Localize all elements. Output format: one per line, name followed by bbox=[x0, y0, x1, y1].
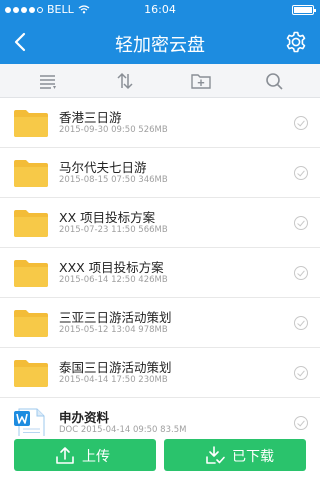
settings-button[interactable] bbox=[282, 28, 310, 56]
search-icon bbox=[266, 73, 283, 90]
downloaded-button[interactable]: 已下载 bbox=[164, 439, 306, 471]
select-checkbox[interactable] bbox=[294, 266, 308, 280]
upload-button[interactable]: 上传 bbox=[14, 439, 156, 471]
folder-icon bbox=[14, 360, 48, 387]
status-time: 16:04 bbox=[144, 3, 176, 16]
select-checkbox[interactable] bbox=[294, 166, 308, 180]
sort-icon bbox=[117, 72, 133, 90]
back-button[interactable] bbox=[6, 27, 36, 57]
file-meta: 2015-06-14 12:50 426MB bbox=[59, 275, 168, 285]
list-item[interactable]: 申办资料 DOC 2015-04-14 09:50 83.5M bbox=[0, 398, 320, 436]
nav-bar: 轻加密云盘 bbox=[0, 20, 320, 64]
file-meta: DOC 2015-04-14 09:50 83.5M bbox=[59, 425, 187, 435]
file-name: 三亚三日游活动策划 bbox=[59, 310, 172, 325]
file-name: 申办资料 bbox=[59, 410, 110, 425]
toolbar bbox=[0, 64, 320, 98]
folder-icon bbox=[14, 260, 48, 287]
new-folder-icon bbox=[191, 74, 211, 89]
file-name: 泰国三日游活动策划 bbox=[59, 360, 172, 375]
select-checkbox[interactable] bbox=[294, 366, 308, 380]
list-item[interactable]: 泰国三日游活动策划 2015-04-14 17:50 230MB bbox=[0, 348, 320, 398]
list-item[interactable]: 三亚三日游活动策划 2015-05-12 13:04 978MB bbox=[0, 298, 320, 348]
list-item[interactable]: XX 项目投标方案 2015-07-23 11:50 566MB bbox=[0, 198, 320, 248]
file-meta: 2015-07-23 11:50 566MB bbox=[59, 225, 168, 235]
folder-icon bbox=[14, 110, 48, 137]
file-meta: 2015-05-12 13:04 978MB bbox=[59, 325, 168, 335]
page-title: 轻加密云盘 bbox=[115, 35, 205, 56]
app-header: BELL 16:04 轻加密云盘 bbox=[0, 0, 320, 64]
file-name: 马尔代夫七日游 bbox=[59, 160, 147, 175]
select-checkbox[interactable] bbox=[294, 416, 308, 430]
file-name: XX 项目投标方案 bbox=[59, 210, 156, 225]
list-item[interactable]: XXX 项目投标方案 2015-06-14 12:50 426MB bbox=[0, 248, 320, 298]
search-button[interactable] bbox=[262, 69, 286, 93]
file-meta: 2015-08-15 07:50 346MB bbox=[59, 175, 168, 185]
upload-label: 上传 bbox=[82, 449, 110, 465]
list-item[interactable]: 马尔代夫七日游 2015-08-15 07:50 346MB bbox=[0, 148, 320, 198]
battery-icon bbox=[292, 5, 316, 15]
list-item[interactable]: 香港三日游 2015-09-30 09:50 526MB bbox=[0, 98, 320, 148]
chevron-left-icon bbox=[14, 32, 26, 52]
file-meta: 2015-09-30 09:50 526MB bbox=[59, 125, 168, 135]
bottom-action-bar: 上传 已下载 bbox=[0, 436, 320, 480]
download-check-icon bbox=[206, 446, 225, 464]
sort-button[interactable] bbox=[113, 69, 137, 93]
select-checkbox[interactable] bbox=[294, 316, 308, 330]
file-name: 香港三日游 bbox=[59, 110, 122, 125]
folder-icon bbox=[14, 210, 48, 237]
downloaded-label: 已下载 bbox=[232, 449, 274, 465]
folder-icon bbox=[14, 310, 48, 337]
file-meta: 2015-04-14 17:50 230MB bbox=[59, 375, 168, 385]
folder-icon bbox=[14, 160, 48, 187]
file-list: 香港三日游 2015-09-30 09:50 526MB 马尔代夫七日游 201… bbox=[0, 98, 320, 436]
status-bar: BELL 16:04 bbox=[0, 0, 320, 20]
word-document-icon bbox=[14, 408, 45, 436]
new-folder-button[interactable] bbox=[189, 69, 213, 93]
gear-icon bbox=[286, 31, 306, 53]
upload-icon bbox=[56, 447, 74, 464]
file-name: XXX 项目投标方案 bbox=[59, 260, 164, 275]
list-view-button[interactable] bbox=[36, 69, 60, 93]
select-checkbox[interactable] bbox=[294, 216, 308, 230]
select-checkbox[interactable] bbox=[294, 116, 308, 130]
list-icon bbox=[40, 75, 56, 89]
